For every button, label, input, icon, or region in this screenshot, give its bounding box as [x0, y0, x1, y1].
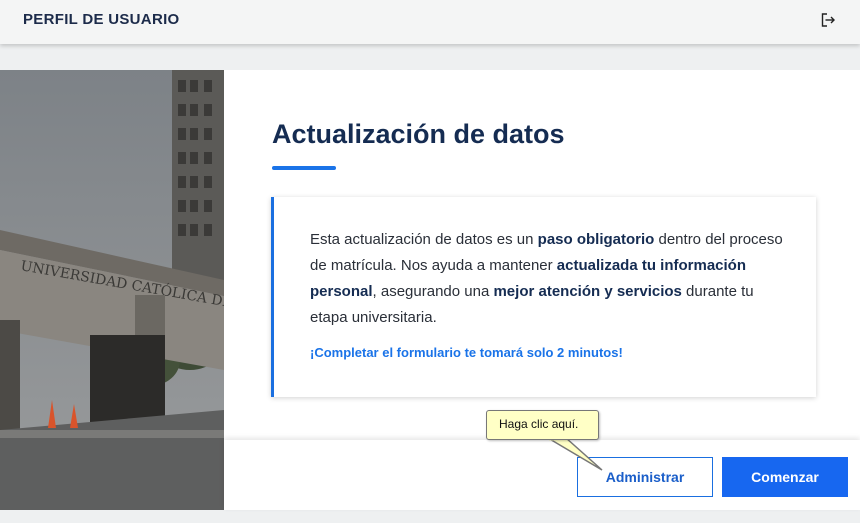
info-text-part: , asegurando una: [372, 283, 494, 300]
title-underline: [272, 166, 336, 170]
tooltip-text: Haga clic aquí.: [499, 417, 579, 431]
top-bar: PERFIL DE USUARIO: [0, 0, 860, 44]
page-title: PERFIL DE USUARIO: [23, 11, 180, 28]
info-bold-part: mejor atención y servicios: [493, 283, 682, 300]
info-text-part: Esta actualización de datos es un: [310, 231, 538, 248]
comenzar-button[interactable]: Comenzar: [722, 457, 848, 497]
logout-icon[interactable]: [819, 11, 837, 29]
section-title: Actualización de datos: [272, 119, 565, 149]
info-card: Esta actualización de datos es un paso o…: [271, 197, 816, 397]
info-bold-part: paso obligatorio: [537, 231, 655, 248]
info-text: Esta actualización de datos es un paso o…: [310, 227, 790, 331]
time-highlight: ¡Completar el formulario te tomará solo …: [310, 345, 623, 360]
campus-photo: UNIVERSIDAD CATÓLICA DE: [0, 70, 224, 510]
tooltip-pointer: [545, 437, 603, 471]
tooltip: Haga clic aquí.: [486, 410, 599, 440]
